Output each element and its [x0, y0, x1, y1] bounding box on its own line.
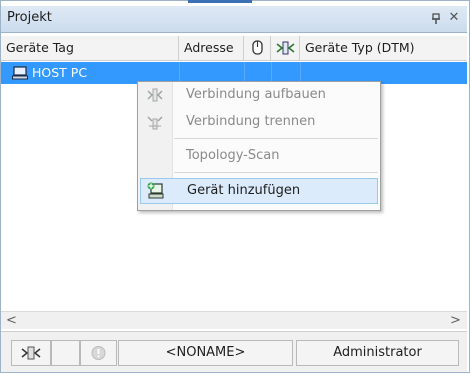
- menu-item-label: Verbindung trennen: [186, 114, 316, 129]
- status-empty-slot: [51, 340, 80, 366]
- close-icon[interactable]: ✕: [447, 11, 461, 25]
- column-header: Geräte Tag Adresse Geräte Typ (DTM): [1, 36, 467, 61]
- project-name-text: <NONAME>: [165, 345, 246, 360]
- menu-item-connect[interactable]: Verbindung aufbauen: [139, 83, 379, 107]
- active-tab-indicator: [188, 0, 252, 3]
- add-device-icon: [147, 182, 165, 200]
- status-warning[interactable]: [80, 340, 117, 366]
- menu-item-disconnect[interactable]: Verbindung trennen: [139, 110, 379, 134]
- user-role-text: Administrator: [333, 345, 422, 360]
- pin-icon[interactable]: [429, 12, 443, 26]
- column-address-label: Adresse: [184, 40, 234, 55]
- menu-separator: [174, 138, 378, 139]
- status-bar: <NONAME> Administrator: [1, 331, 467, 372]
- connect-icon: [146, 86, 164, 104]
- scroll-left-icon[interactable]: <: [3, 312, 20, 329]
- menu-item-label: Gerät hinzufügen: [187, 183, 301, 198]
- column-device-state[interactable]: [244, 36, 271, 60]
- device-state-icon: [252, 40, 263, 55]
- status-project-name: <NONAME>: [118, 340, 293, 366]
- menu-item-add-device[interactable]: Gerät hinzufügen: [140, 178, 378, 204]
- menu-item-label: Verbindung aufbauen: [186, 87, 326, 102]
- connection-icon: [276, 41, 295, 55]
- computer-icon: [12, 66, 28, 80]
- panel-title: Projekt: [7, 10, 52, 25]
- warning-icon: [91, 346, 106, 360]
- disconnect-icon: [146, 113, 164, 131]
- column-device-type-label: Geräte Typ (DTM): [305, 40, 415, 55]
- column-address[interactable]: Adresse: [179, 36, 244, 60]
- menu-item-label: Topology-Scan: [186, 148, 280, 163]
- connection-status-icon: [21, 346, 41, 360]
- column-device-type[interactable]: Geräte Typ (DTM): [300, 36, 467, 60]
- status-user-role: Administrator: [296, 340, 459, 366]
- column-connection[interactable]: [271, 36, 300, 60]
- tree-row-label: HOST PC: [32, 65, 88, 80]
- column-device-tag-label: Geräte Tag: [6, 40, 74, 55]
- horizontal-scrollbar[interactable]: < >: [1, 311, 467, 329]
- status-connection[interactable]: [11, 340, 51, 366]
- scroll-right-icon[interactable]: >: [447, 312, 464, 329]
- context-menu: Verbindung aufbauen Verbindung trennen T…: [137, 81, 381, 211]
- menu-separator: [174, 172, 378, 173]
- column-device-tag[interactable]: Geräte Tag: [1, 36, 179, 60]
- panel-titlebar: Projekt ✕: [1, 6, 467, 33]
- menu-item-topology-scan[interactable]: Topology-Scan: [139, 144, 379, 168]
